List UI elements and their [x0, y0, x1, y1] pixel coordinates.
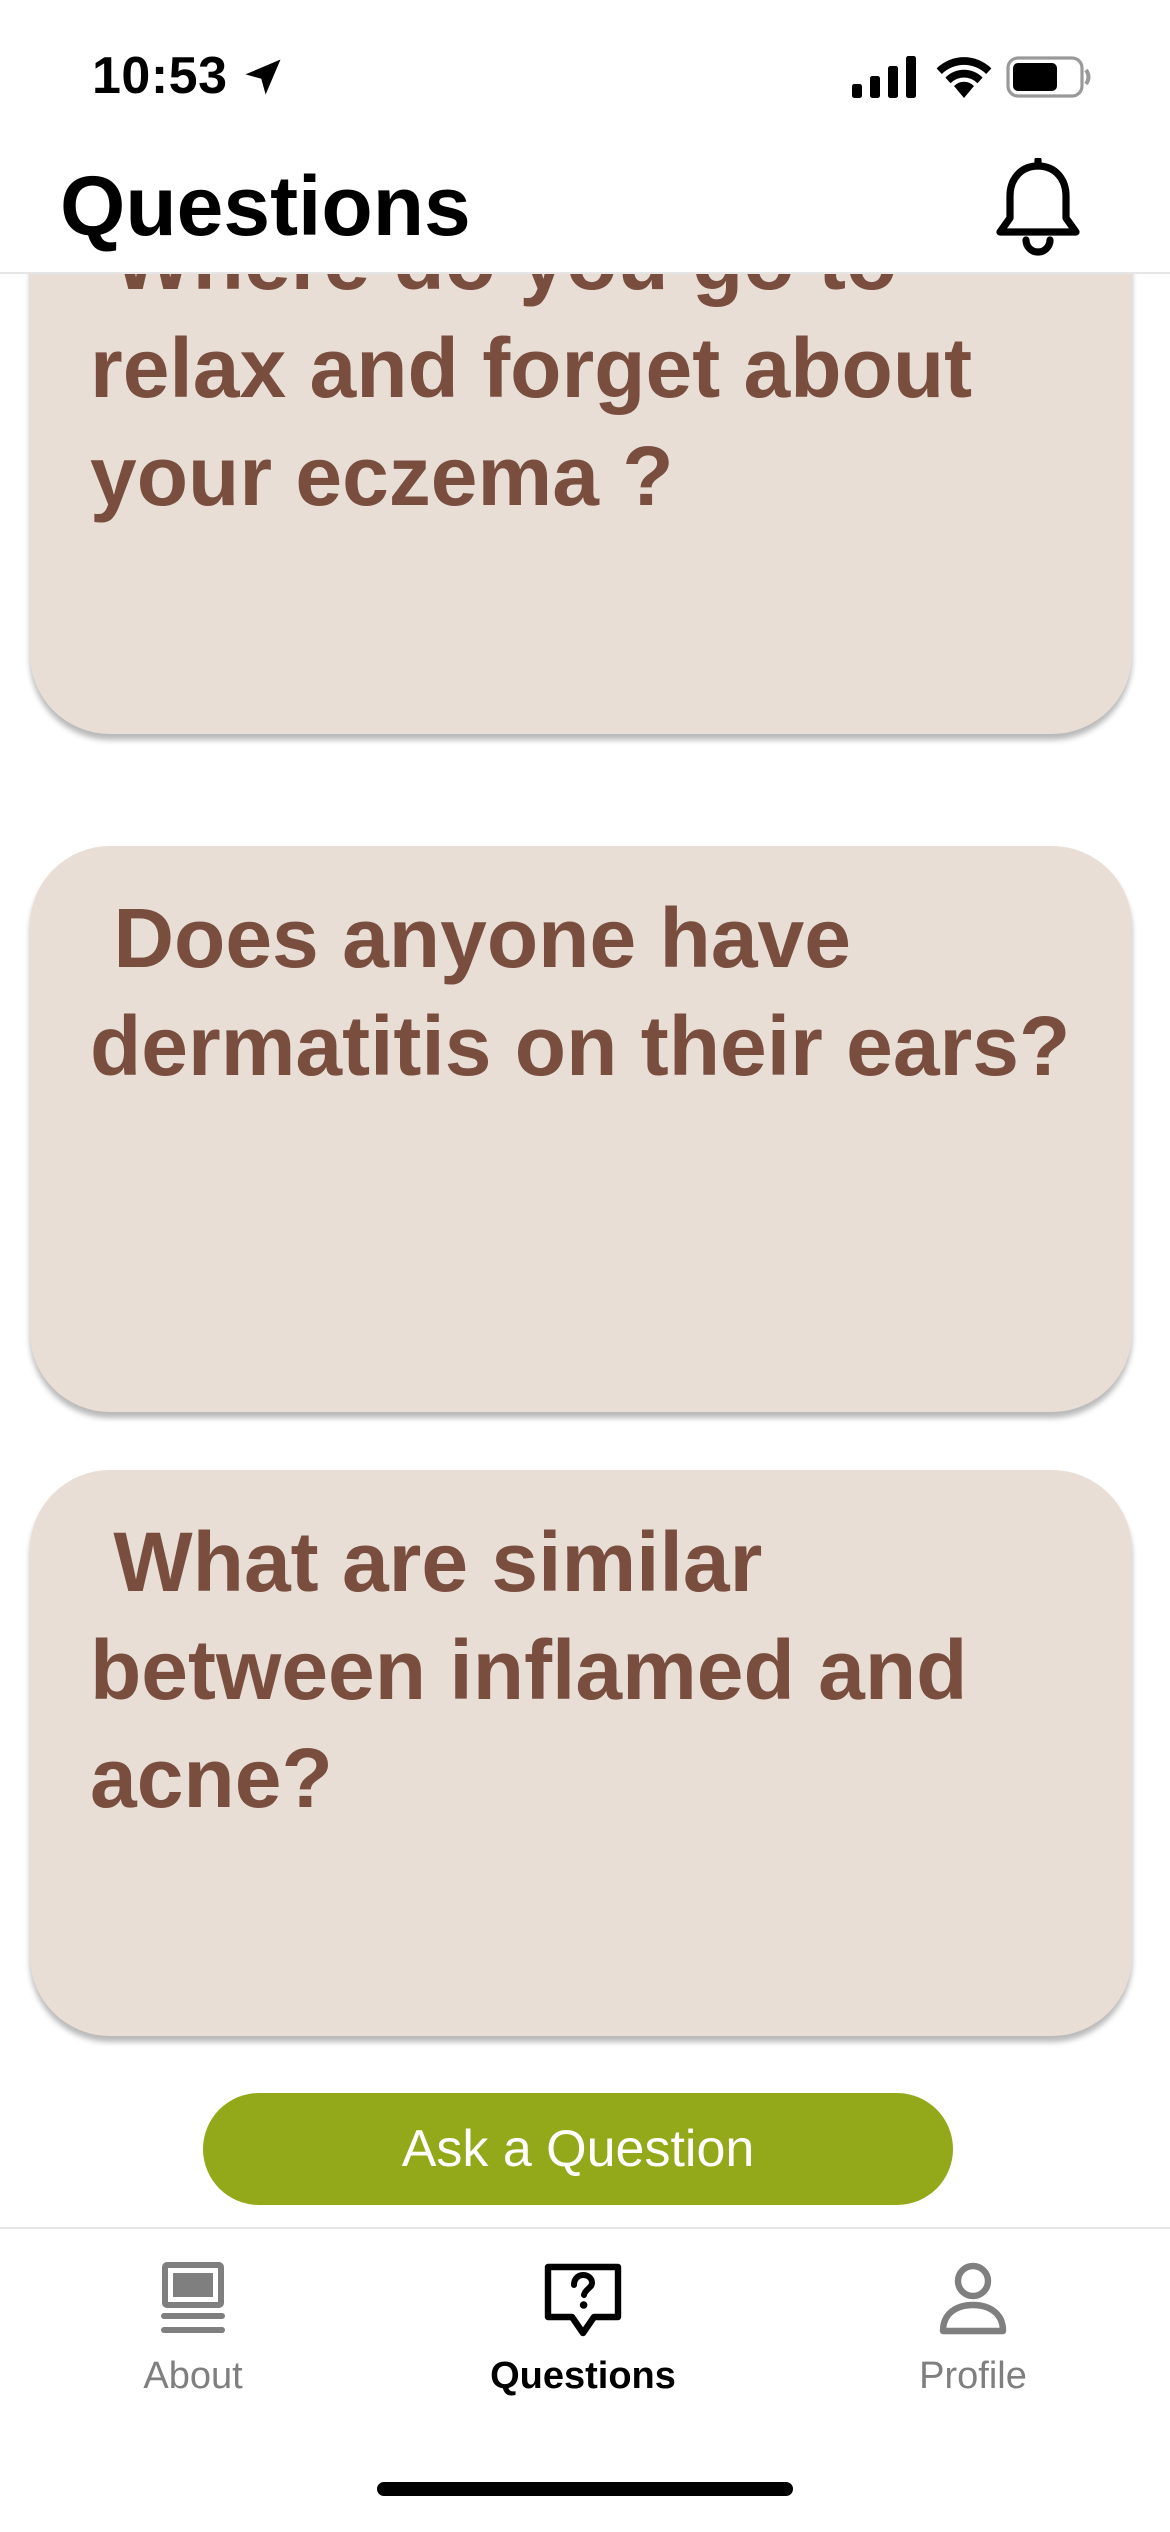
status-time: 10:53 — [92, 47, 228, 105]
ask-question-button[interactable]: Ask a Question — [203, 2093, 953, 2205]
question-text: What are similar between inflamed and ac… — [90, 1515, 991, 1825]
question-text: Does anyone have dermatitis on their ear… — [90, 891, 1071, 1093]
tab-questions-label: Questions — [490, 2355, 676, 2397]
question-text: Where do you go to relax and forget abou… — [90, 274, 973, 523]
tab-profile[interactable]: Profile — [823, 2259, 1123, 2419]
question-card[interactable]: Where do you go to relax and forget abou… — [30, 274, 1132, 734]
laptop-icon — [161, 2262, 225, 2333]
tab-about-label: About — [143, 2355, 243, 2397]
status-bar: 10:53 — [0, 0, 1170, 150]
notification-bell-icon[interactable] — [990, 158, 1086, 258]
home-indicator[interactable] — [377, 2482, 793, 2496]
question-card[interactable]: Does anyone have dermatitis on their ear… — [30, 846, 1132, 1412]
wifi-icon — [936, 57, 992, 98]
tab-about[interactable]: About — [43, 2259, 343, 2419]
tab-questions[interactable]: Questions — [433, 2259, 733, 2419]
questions-screen: 10:53 Questions relax and forget about y… — [0, 0, 1170, 2532]
battery-icon — [1006, 56, 1091, 98]
tab-profile-label: Profile — [919, 2355, 1027, 2397]
question-card[interactable]: What are similar between inflamed and ac… — [30, 1470, 1132, 2036]
cellular-signal-icon — [852, 56, 916, 98]
location-arrow-icon — [245, 59, 281, 95]
person-icon — [939, 2262, 1007, 2335]
questions-list[interactable]: Where do you go to relax and forget abou… — [0, 274, 1170, 2084]
page-title: Questions — [60, 159, 471, 253]
navigation-header: Questions — [0, 150, 1170, 274]
question-bubble-icon — [544, 2263, 622, 2337]
